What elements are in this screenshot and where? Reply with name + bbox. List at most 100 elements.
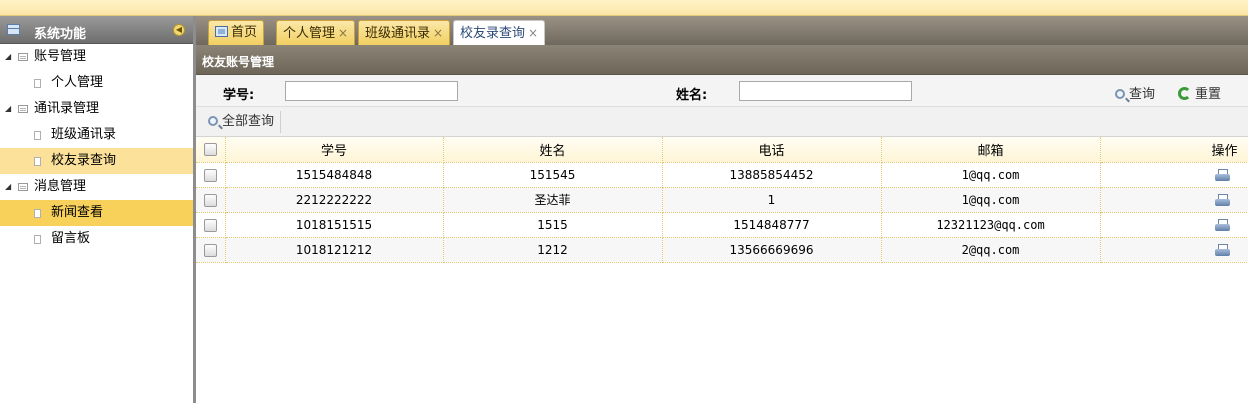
cell-student-id: 1515484848 <box>225 162 444 188</box>
student-id-input[interactable] <box>285 81 458 101</box>
system-icon <box>7 24 20 35</box>
file-icon <box>34 131 41 140</box>
cell-phone: 1 <box>662 187 882 213</box>
sidebar-item-alumni-query[interactable]: 校友录查询 <box>0 148 193 174</box>
folder-icon <box>18 183 28 191</box>
expand-triangle-icon[interactable]: ◢ <box>5 174 11 200</box>
data-grid: 学号 姓名 电话 邮箱 操作 1515484848 151545 1388585… <box>196 137 1248 263</box>
tab-home[interactable]: 首页 <box>208 20 265 45</box>
print-icon[interactable] <box>1214 243 1230 257</box>
file-icon <box>34 157 41 166</box>
row-checkbox[interactable] <box>203 168 217 182</box>
column-header[interactable]: 邮箱 <box>881 137 1101 163</box>
print-icon[interactable] <box>1214 218 1230 232</box>
select-all-checkbox[interactable] <box>203 142 217 156</box>
cell-email: 1@qq.com <box>881 162 1101 188</box>
folder-icon <box>18 53 28 61</box>
cell-phone: 13566669696 <box>662 237 882 263</box>
student-id-label: 学号: <box>223 88 255 103</box>
tree-group-label: 账号管理 <box>34 49 87 64</box>
top-banner <box>0 0 1248 16</box>
cell-student-id: 2212222222 <box>225 187 444 213</box>
query-all-label: 全部查询 <box>222 114 275 129</box>
tab-label: 班级通讯录 <box>365 26 431 41</box>
print-icon[interactable] <box>1214 168 1230 182</box>
cell-name: 圣达菲 <box>443 187 663 213</box>
select-all-cell[interactable] <box>196 137 226 163</box>
cell-name: 1515 <box>443 212 663 238</box>
table-row[interactable]: 2212222222 圣达菲 1 1@qq.com <box>196 187 1248 213</box>
query-all-button[interactable]: 全部查询 <box>202 111 282 133</box>
sidebar-item-label: 个人管理 <box>51 75 104 90</box>
search-icon <box>1115 89 1125 99</box>
close-icon[interactable]: × <box>433 26 443 40</box>
cell-email: 12321123@qq.com <box>881 212 1101 238</box>
file-icon <box>34 209 41 218</box>
collapse-icon[interactable]: ◀ <box>173 24 185 36</box>
file-icon <box>34 235 41 244</box>
cell-name: 1212 <box>443 237 663 263</box>
table-row[interactable]: 1515484848 151545 13885854452 1@qq.com <box>196 162 1248 188</box>
sidebar-item-class-contacts[interactable]: 班级通讯录 <box>0 122 193 148</box>
tree-group-label: 消息管理 <box>34 179 87 194</box>
tab-label: 首页 <box>231 25 258 40</box>
sidebar-item-personal[interactable]: 个人管理 <box>0 70 193 96</box>
cell-name: 151545 <box>443 162 663 188</box>
reset-button-label: 重置 <box>1195 87 1222 102</box>
column-header[interactable]: 学号 <box>225 137 444 163</box>
sidebar-item-label: 班级通讯录 <box>51 127 117 142</box>
sidebar-item-label: 新闻查看 <box>51 205 104 220</box>
tree-group-contacts[interactable]: ◢ 通讯录管理 <box>0 96 193 122</box>
query-button[interactable]: 查询 <box>1115 83 1155 102</box>
panel-header: 校友账号管理 <box>196 45 1248 75</box>
tab-personal[interactable]: 个人管理 × <box>276 20 356 45</box>
tab-alumni-query[interactable]: 校友录查询 × <box>453 20 546 45</box>
close-icon[interactable]: × <box>338 26 348 40</box>
file-icon <box>34 79 41 88</box>
query-button-label: 查询 <box>1129 87 1156 102</box>
sidebar-title: 系统功能 <box>34 27 87 42</box>
column-header: 操作 <box>1100 137 1248 163</box>
name-input[interactable] <box>739 81 912 101</box>
folder-icon <box>18 105 28 113</box>
cell-student-id: 1018121212 <box>225 237 444 263</box>
cell-student-id: 1018151515 <box>225 212 444 238</box>
search-bar: 学号: 姓名: 查询 重置 <box>196 75 1248 107</box>
tree-group-label: 通讯录管理 <box>34 101 100 116</box>
tree-group-messages[interactable]: ◢ 消息管理 <box>0 174 193 200</box>
sidebar-header: 系统功能 ◀ <box>0 16 193 44</box>
refresh-icon <box>1178 87 1191 100</box>
table-row[interactable]: 1018151515 1515 1514848777 12321123@qq.c… <box>196 212 1248 238</box>
close-icon[interactable]: × <box>528 26 538 40</box>
tab-bar: 首页 个人管理 × 班级通讯录 × 校友录查询 × <box>196 16 1248 45</box>
home-icon <box>215 26 228 37</box>
table-row[interactable]: 1018121212 1212 13566669696 2@qq.com <box>196 237 1248 263</box>
row-checkbox[interactable] <box>203 218 217 232</box>
row-checkbox[interactable] <box>203 243 217 257</box>
sidebar-item-label: 校友录查询 <box>51 153 117 168</box>
column-header[interactable]: 电话 <box>662 137 882 163</box>
name-label: 姓名: <box>676 88 708 103</box>
cell-email: 1@qq.com <box>881 187 1101 213</box>
reset-button[interactable]: 重置 <box>1178 83 1221 102</box>
sidebar: 系统功能 ◀ ◢ 账号管理 个人管理 ◢ 通讯录管理 班级通讯录 校友录查询 ◢… <box>0 16 196 403</box>
table-header-row: 学号 姓名 电话 邮箱 操作 <box>196 137 1248 163</box>
row-checkbox[interactable] <box>203 193 217 207</box>
tree-group-account[interactable]: ◢ 账号管理 <box>0 44 193 70</box>
tab-label: 校友录查询 <box>460 26 526 41</box>
expand-triangle-icon[interactable]: ◢ <box>5 44 11 70</box>
cell-phone: 13885854452 <box>662 162 882 188</box>
sidebar-item-message-board[interactable]: 留言板 <box>0 226 193 252</box>
tab-class-contacts[interactable]: 班级通讯录 × <box>358 20 451 45</box>
main-area: 首页 个人管理 × 班级通讯录 × 校友录查询 × 校友账号管理 学号: 姓名: 查询… <box>196 16 1248 403</box>
tab-label: 个人管理 <box>283 26 336 41</box>
expand-triangle-icon[interactable]: ◢ <box>5 96 11 122</box>
print-icon[interactable] <box>1214 193 1230 207</box>
column-header[interactable]: 姓名 <box>443 137 663 163</box>
toolbar: 全部查询 <box>196 107 1248 137</box>
search-icon <box>208 116 218 126</box>
cell-email: 2@qq.com <box>881 237 1101 263</box>
sidebar-item-label: 留言板 <box>51 231 91 246</box>
sidebar-item-news[interactable]: 新闻查看 <box>0 200 193 226</box>
panel-title: 校友账号管理 <box>202 55 275 69</box>
